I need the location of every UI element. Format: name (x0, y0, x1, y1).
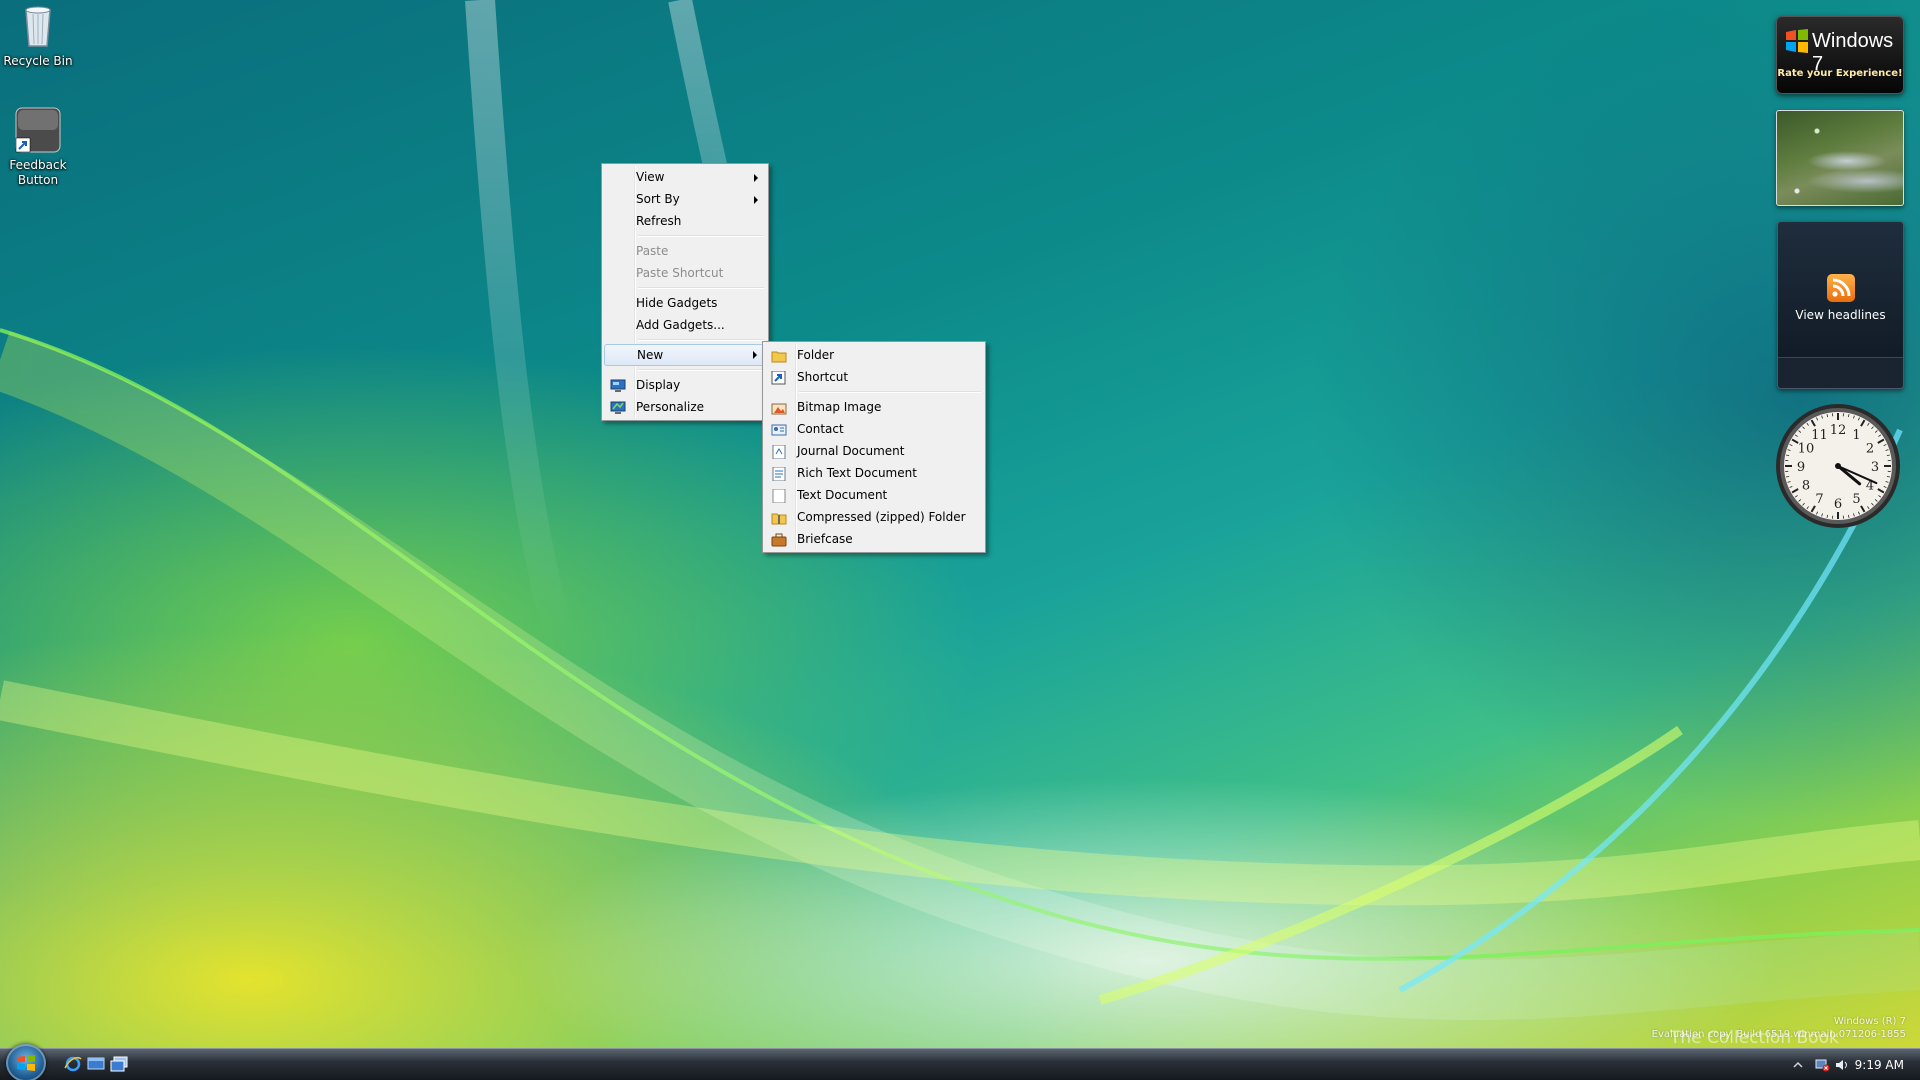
submenu-arrow-icon (753, 351, 757, 359)
gadget-subtitle: Rate your Experience! (1777, 68, 1903, 79)
menu-item-add-gadgets[interactable]: Add Gadgets... (604, 314, 766, 336)
slideshow-gadget[interactable] (1776, 110, 1904, 206)
menu-item-label: Hide Gadgets (636, 296, 718, 310)
desktop-context-menu: View Sort By Refresh Paste Paste Shortcu… (601, 163, 769, 421)
feed-gadget-footer (1778, 357, 1903, 388)
volume-icon[interactable] (1834, 1058, 1850, 1072)
clock-numeral: 5 (1852, 492, 1860, 507)
display-icon (610, 378, 626, 392)
menu-item-label: View (636, 170, 665, 184)
submenu-arrow-icon (754, 196, 758, 204)
clock-time[interactable]: 9:19 AM (1855, 1058, 1904, 1072)
new-item-shortcut[interactable]: Shortcut (765, 366, 983, 388)
network-icon[interactable] (1814, 1058, 1830, 1072)
collection-book-overlay: The Collection Book (1670, 1028, 1839, 1048)
clock-numeral: 11 (1811, 428, 1828, 443)
start-button[interactable] (6, 1044, 46, 1080)
desktop[interactable]: Recycle Bin Feedback Button View Sort By… (0, 0, 1920, 1080)
text-document-icon (771, 488, 787, 504)
clock-numeral: 10 (1798, 442, 1815, 457)
feedback-button-label: Feedback Button (9, 158, 67, 187)
new-item-briefcase[interactable]: Briefcase (765, 528, 983, 550)
menu-separator (638, 235, 764, 237)
menu-item-label: Paste Shortcut (636, 266, 724, 280)
recycle-bin-icon (14, 2, 62, 50)
desktop-icon-feedback-button[interactable]: Feedback Button (0, 106, 76, 188)
menu-item-label: Paste (636, 244, 669, 258)
journal-icon (771, 444, 787, 460)
tray-expand-icon[interactable] (1790, 1058, 1806, 1072)
menu-separator (638, 369, 764, 371)
shortcut-icon (771, 370, 787, 385)
bitmap-icon (771, 400, 787, 415)
clock-numeral: 8 (1802, 479, 1810, 494)
new-item-bitmap-image[interactable]: Bitmap Image (765, 396, 983, 418)
switch-windows-icon[interactable] (110, 1056, 128, 1072)
clock-numeral: 12 (1830, 423, 1847, 438)
clock-numeral: 7 (1815, 492, 1823, 507)
briefcase-icon (771, 532, 787, 547)
new-item-contact[interactable]: Contact (765, 418, 983, 440)
clock-numeral: 6 (1834, 497, 1842, 512)
menu-item-refresh[interactable]: Refresh (604, 210, 766, 232)
rtf-icon (771, 466, 787, 482)
windows7-rating-gadget[interactable]: Windows 7 Rate your Experience! (1776, 16, 1904, 94)
clock-numeral: 9 (1797, 460, 1805, 475)
desktop-icon-recycle-bin[interactable]: Recycle Bin (0, 2, 76, 69)
menu-item-label: Bitmap Image (797, 400, 882, 414)
menu-item-label: New (637, 348, 664, 362)
menu-item-paste: Paste (604, 240, 766, 262)
menu-item-label: Refresh (636, 214, 682, 228)
new-item-journal-document[interactable]: Journal Document (765, 440, 983, 462)
menu-item-hide-gadgets[interactable]: Hide Gadgets (604, 292, 766, 314)
menu-item-sort-by[interactable]: Sort By (604, 188, 766, 210)
menu-item-label: Sort By (636, 192, 680, 206)
menu-item-label: Folder (797, 348, 835, 362)
clock-gadget[interactable]: 12 1 2 3 4 5 6 7 8 9 10 11 (1774, 402, 1902, 530)
show-desktop-icon[interactable] (87, 1056, 105, 1072)
personalize-icon (610, 400, 626, 414)
new-item-compressed-folder[interactable]: Compressed (zipped) Folder (765, 506, 983, 528)
menu-separator (799, 391, 981, 393)
recycle-bin-label: Recycle Bin (3, 54, 73, 68)
menu-item-label: Rich Text Document (797, 466, 917, 480)
clock-numeral: 2 (1866, 442, 1874, 457)
windows-logo-icon (17, 1055, 35, 1071)
menu-item-personalize[interactable]: Personalize (604, 396, 766, 418)
view-headlines-link[interactable]: View headlines (1778, 308, 1903, 322)
contact-icon (771, 422, 787, 436)
menu-item-display[interactable]: Display (604, 374, 766, 396)
menu-separator (638, 287, 764, 289)
menu-item-new[interactable]: New (604, 344, 766, 366)
feed-headlines-gadget[interactable]: View headlines (1777, 221, 1904, 389)
menu-item-label: Journal Document (797, 444, 905, 458)
internet-explorer-icon[interactable] (64, 1056, 82, 1072)
submenu-arrow-icon (754, 174, 758, 182)
clock-face: 12 1234567891011 (1776, 404, 1900, 528)
menu-item-label: Compressed (zipped) Folder (797, 510, 966, 524)
feedback-button-icon (14, 106, 62, 154)
new-submenu: Folder Shortcut Bitmap Image Contact Jou… (762, 341, 986, 553)
menu-item-label: Add Gadgets... (636, 318, 725, 332)
new-item-rich-text-document[interactable]: Rich Text Document (765, 462, 983, 484)
menu-item-label: Briefcase (797, 532, 853, 546)
menu-separator (638, 339, 764, 341)
new-item-folder[interactable]: Folder (765, 344, 983, 366)
menu-item-label: Text Document (797, 488, 888, 502)
windows-logo-icon (1786, 29, 1808, 53)
zip-folder-icon (771, 510, 787, 525)
clock-numeral: 3 (1871, 460, 1879, 475)
menu-item-label: Shortcut (797, 370, 849, 384)
watermark-line1: Windows (R) 7 (1833, 1016, 1906, 1027)
menu-item-view[interactable]: View (604, 166, 766, 188)
taskbar (0, 1048, 1920, 1080)
menu-item-paste-shortcut: Paste Shortcut (604, 262, 766, 284)
new-item-text-document[interactable]: Text Document (765, 484, 983, 506)
folder-icon (771, 348, 787, 363)
clock-numeral: 1 (1852, 428, 1860, 443)
menu-item-label: Contact (797, 422, 844, 436)
rss-icon (1827, 274, 1855, 302)
menu-item-label: Display (636, 378, 681, 392)
menu-item-label: Personalize (636, 400, 705, 414)
